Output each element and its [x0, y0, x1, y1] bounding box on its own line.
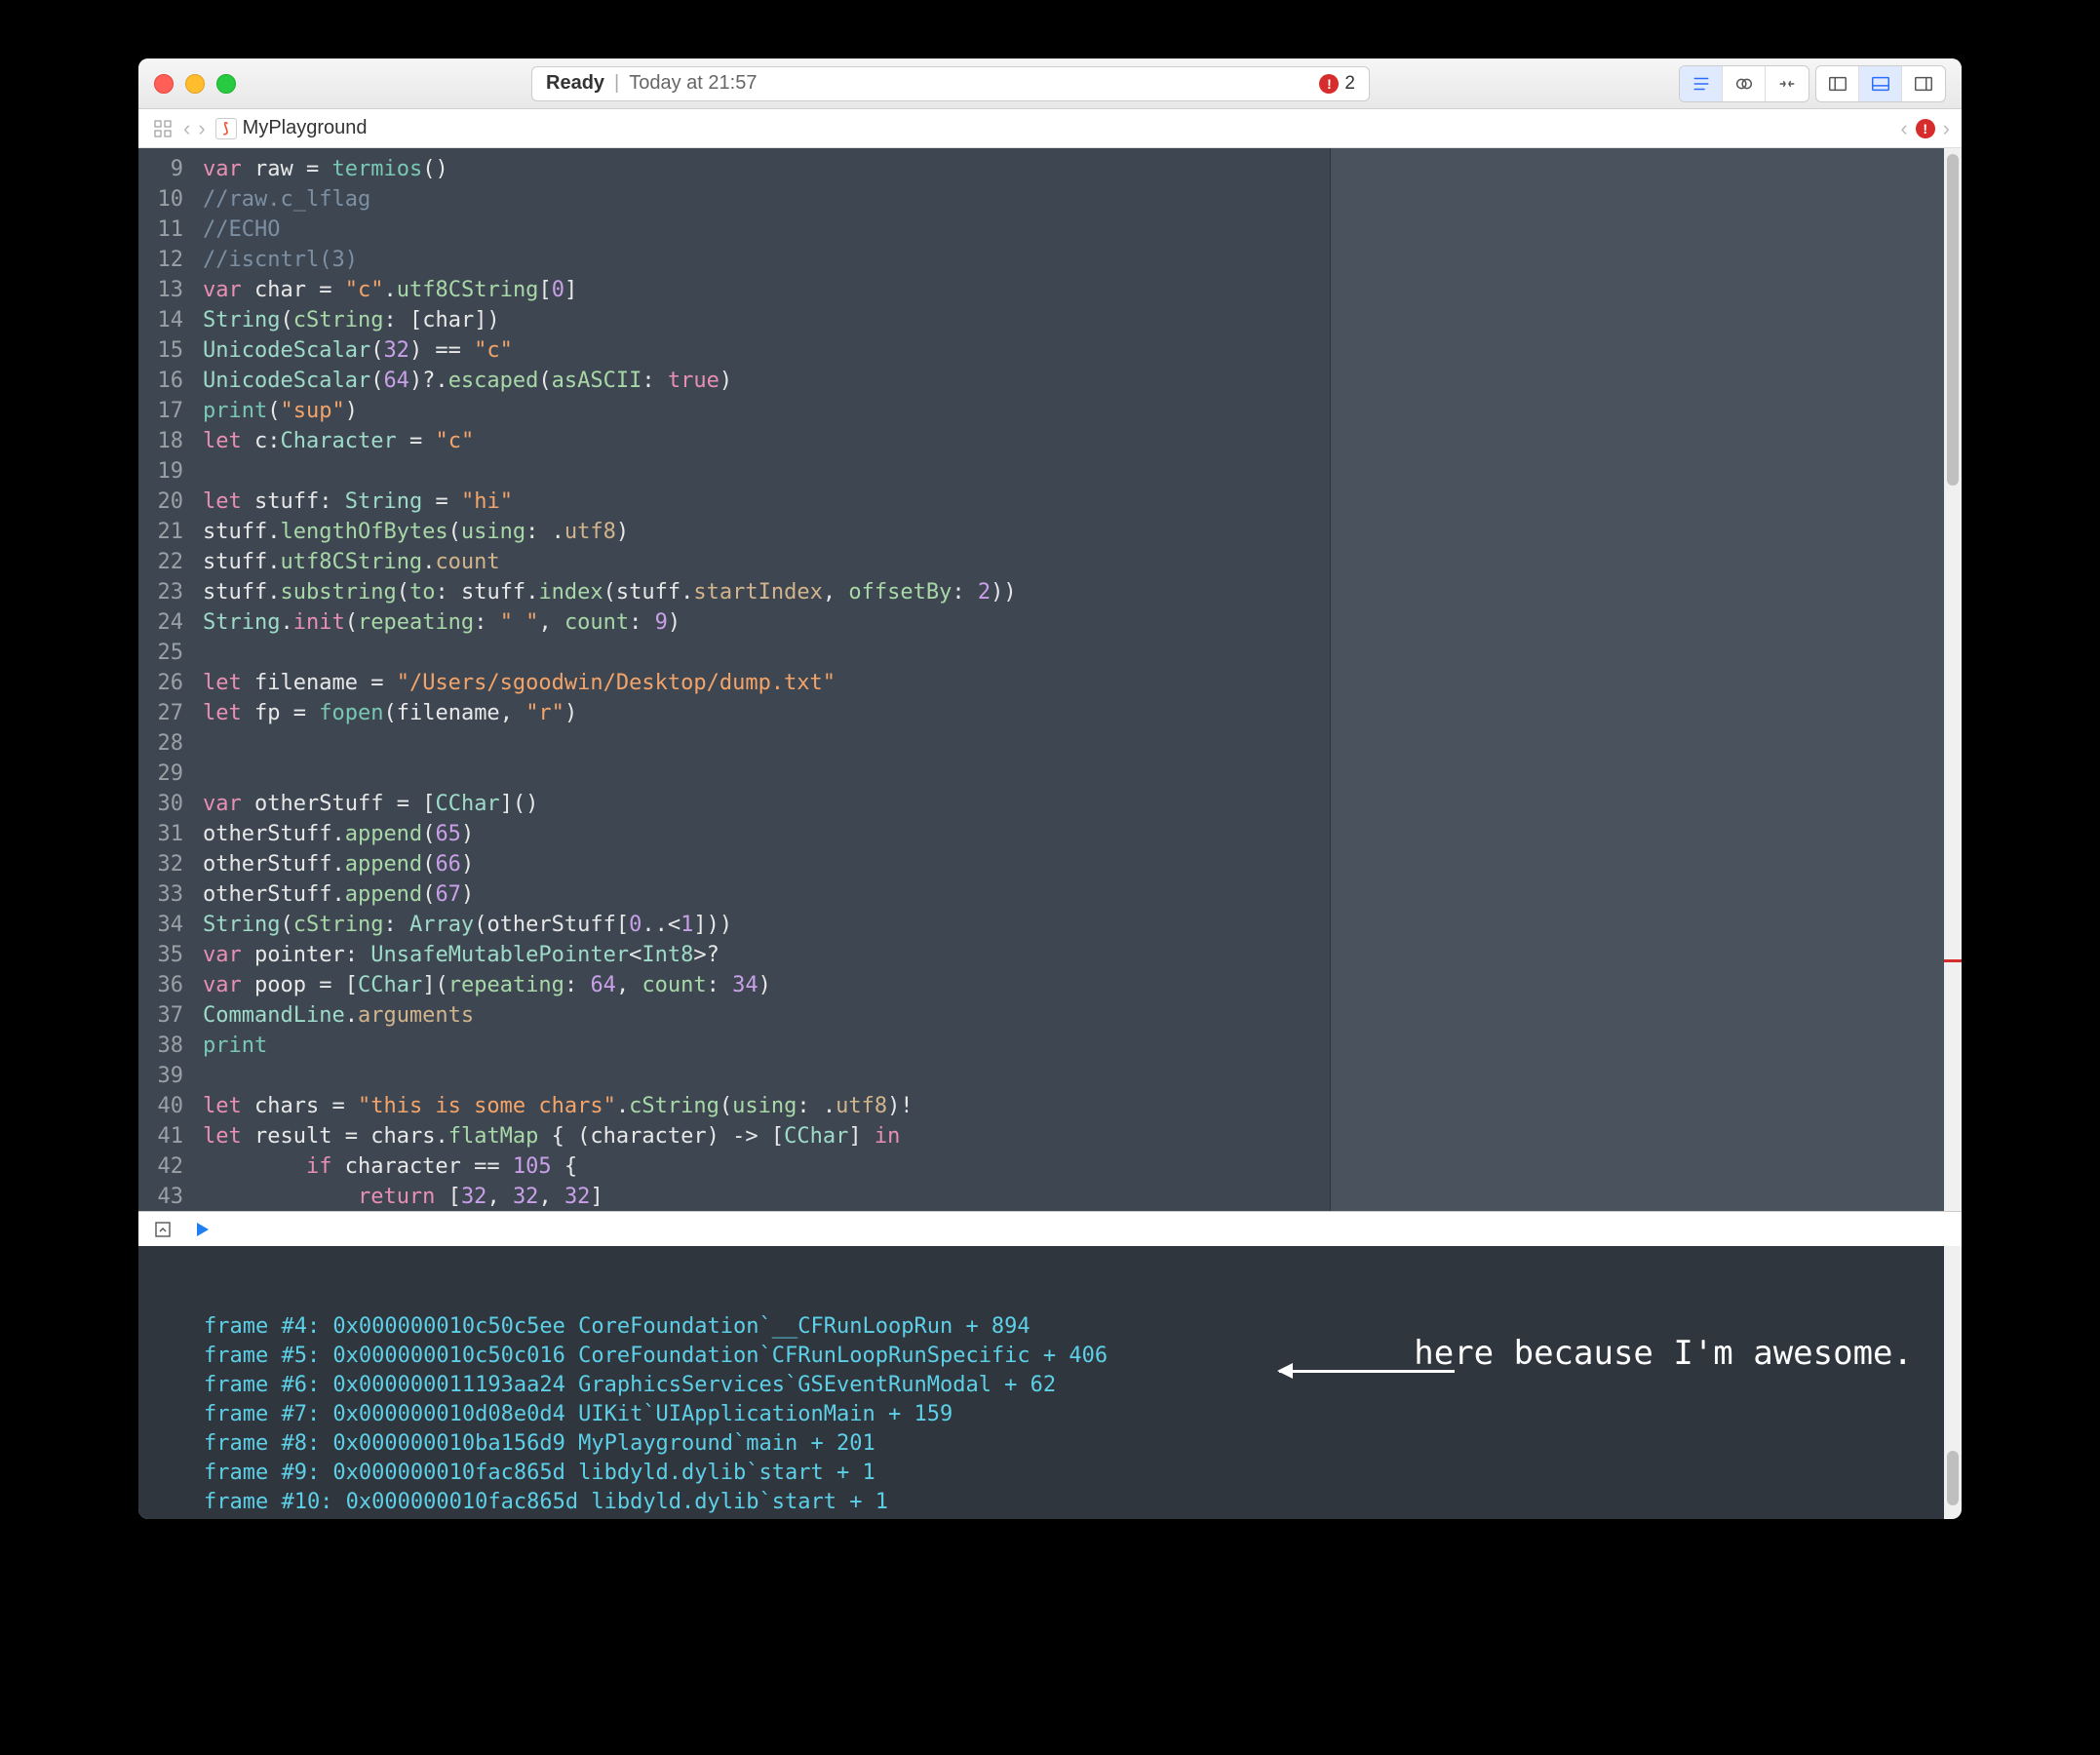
- debug-menu-icon[interactable]: [150, 1217, 175, 1242]
- panel-right-button[interactable]: [1902, 66, 1945, 101]
- minimize-button[interactable]: [185, 74, 205, 94]
- scrollbar-thumb[interactable]: [1947, 154, 1959, 486]
- console-scrollbar-thumb[interactable]: [1947, 1451, 1959, 1505]
- editor-area: 9 10 11 12 13 14 15 16 17 18 19 20 21 22…: [138, 148, 1962, 1211]
- run-button[interactable]: [189, 1217, 214, 1242]
- error-dot-icon: !: [1319, 74, 1339, 94]
- breadcrumb-bar: ‹ › ⟆ MyPlayground ‹ ! ›: [138, 109, 1962, 148]
- jump-prev-issue-icon[interactable]: ‹: [1900, 116, 1907, 141]
- maximize-button[interactable]: [216, 74, 236, 94]
- close-button[interactable]: [154, 74, 174, 94]
- code-editor[interactable]: var raw = termios() //raw.c_lflag //ECHO…: [193, 148, 1330, 1211]
- editor-standard-button[interactable]: [1680, 66, 1723, 101]
- jump-next-issue-icon[interactable]: ›: [1943, 116, 1950, 141]
- status-separator: |: [614, 72, 619, 95]
- results-sidebar[interactable]: [1330, 148, 1944, 1211]
- traffic-lights: [154, 74, 236, 94]
- nav-back-icon[interactable]: ‹: [183, 116, 190, 141]
- editor-scrollbar[interactable]: [1944, 148, 1962, 1211]
- related-items-icon[interactable]: [150, 116, 175, 141]
- console-scrollbar[interactable]: [1944, 1246, 1962, 1519]
- swift-file-icon: ⟆: [215, 118, 237, 139]
- status-pill: Ready | Today at 21:57 ! 2: [531, 66, 1370, 101]
- xcode-window: Ready | Today at 21:57 ! 2: [138, 58, 1962, 1519]
- status-text: Ready: [546, 72, 604, 95]
- error-count: 2: [1344, 73, 1355, 95]
- error-badge-icon[interactable]: !: [1916, 119, 1935, 138]
- line-gutter: 9 10 11 12 13 14 15 16 17 18 19 20 21 22…: [138, 148, 193, 1211]
- editor-assistant-button[interactable]: [1723, 66, 1766, 101]
- breadcrumb-file[interactable]: ⟆ MyPlayground: [215, 117, 368, 139]
- panel-bottom-button[interactable]: [1859, 66, 1902, 101]
- status-time: Today at 21:57: [629, 72, 757, 95]
- error-mark[interactable]: [1944, 959, 1962, 962]
- breadcrumb-filename: MyPlayground: [243, 117, 368, 139]
- editor-version-button[interactable]: [1766, 66, 1808, 101]
- nav-forward-icon[interactable]: ›: [198, 116, 205, 141]
- toolbar-right: [1679, 65, 1946, 102]
- annotation-arrow: [1279, 1370, 1455, 1373]
- debug-toolbar: [138, 1211, 1962, 1246]
- panel-left-button[interactable]: [1816, 66, 1859, 101]
- titlebar: Ready | Today at 21:57 ! 2: [138, 58, 1962, 109]
- error-indicator[interactable]: ! 2: [1319, 73, 1355, 95]
- debug-console[interactable]: frame #4: 0x000000010c50c5ee CoreFoundat…: [138, 1246, 1962, 1519]
